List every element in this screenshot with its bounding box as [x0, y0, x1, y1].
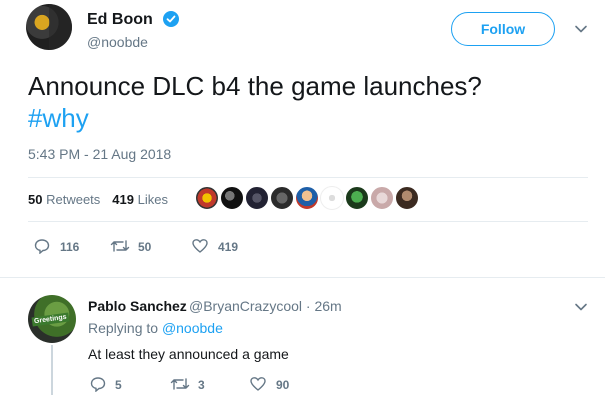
retweet-count: 50 [138, 240, 152, 254]
reply-count: 5 [115, 378, 122, 392]
retweets-count: 50 [28, 192, 43, 207]
tweet-text: Announce DLC b4 the game launches? #why [28, 70, 588, 134]
liker-avatar[interactable] [195, 186, 219, 210]
likes-stat[interactable]: 419 Likes [112, 192, 168, 207]
liker-avatar[interactable] [220, 186, 244, 210]
like-count: 419 [218, 240, 239, 254]
liker-avatar[interactable] [270, 186, 294, 210]
reply-icon [34, 239, 50, 254]
retweets-label: Retweets [46, 192, 101, 207]
likes-count: 419 [112, 192, 134, 207]
reply-count: 116 [60, 240, 80, 254]
liker-avatar[interactable] [395, 186, 419, 210]
liker-avatar[interactable] [345, 186, 369, 210]
reply-icon [90, 377, 106, 392]
replying-prefix: Replying to [88, 320, 159, 336]
divider [28, 221, 588, 222]
verified-icon [163, 11, 179, 27]
replying-to: Replying to @noobde [88, 320, 223, 336]
reply-author-avatar[interactable]: Greetings [28, 295, 76, 343]
liker-avatar[interactable] [245, 186, 269, 210]
retweet-action[interactable]: 3 [170, 376, 220, 394]
like-count: 90 [276, 378, 290, 392]
liker-avatar[interactable] [370, 186, 394, 210]
reply-text: At least they announced a game [88, 346, 289, 362]
retweets-stat[interactable]: 50 Retweets [28, 192, 100, 207]
thread-line [51, 345, 53, 395]
like-icon [250, 377, 266, 391]
like-icon [192, 239, 208, 253]
retweet-count: 3 [198, 378, 205, 392]
tweet-timestamp[interactable]: 5:43 PM - 21 Aug 2018 [28, 146, 171, 162]
author-avatar[interactable] [26, 4, 72, 50]
chevron-down-icon[interactable] [574, 300, 588, 314]
chevron-down-icon[interactable] [574, 22, 588, 36]
tweet-stats: 50 Retweets 419 Likes [28, 192, 168, 207]
author-handle[interactable]: @noobde [87, 34, 148, 50]
reply-author-name[interactable]: Pablo Sanchez [88, 298, 187, 314]
replying-handle-link[interactable]: @noobde [162, 320, 223, 336]
retweet-icon [170, 378, 190, 390]
liker-avatar[interactable] [295, 186, 319, 210]
avatar-text: Greetings [31, 312, 70, 327]
likes-label: Likes [137, 192, 168, 207]
reply-action[interactable]: 5 [90, 376, 140, 394]
liker-avatar[interactable] [320, 186, 344, 210]
divider [28, 177, 588, 178]
retweet-icon [110, 240, 130, 252]
divider [0, 277, 605, 278]
author-name[interactable]: Ed Boon [87, 11, 153, 29]
reply-action[interactable]: 116 [34, 238, 94, 256]
like-action[interactable]: 90 [250, 376, 300, 394]
hashtag-link[interactable]: #why [28, 102, 588, 134]
like-action[interactable]: 419 [192, 238, 252, 256]
tweet-text-line: Announce DLC b4 the game launches? [28, 71, 482, 101]
retweet-action[interactable]: 50 [110, 238, 170, 256]
reply-meta[interactable]: @BryanCrazycool · 26m [189, 298, 342, 314]
follow-button[interactable]: Follow [451, 12, 555, 46]
